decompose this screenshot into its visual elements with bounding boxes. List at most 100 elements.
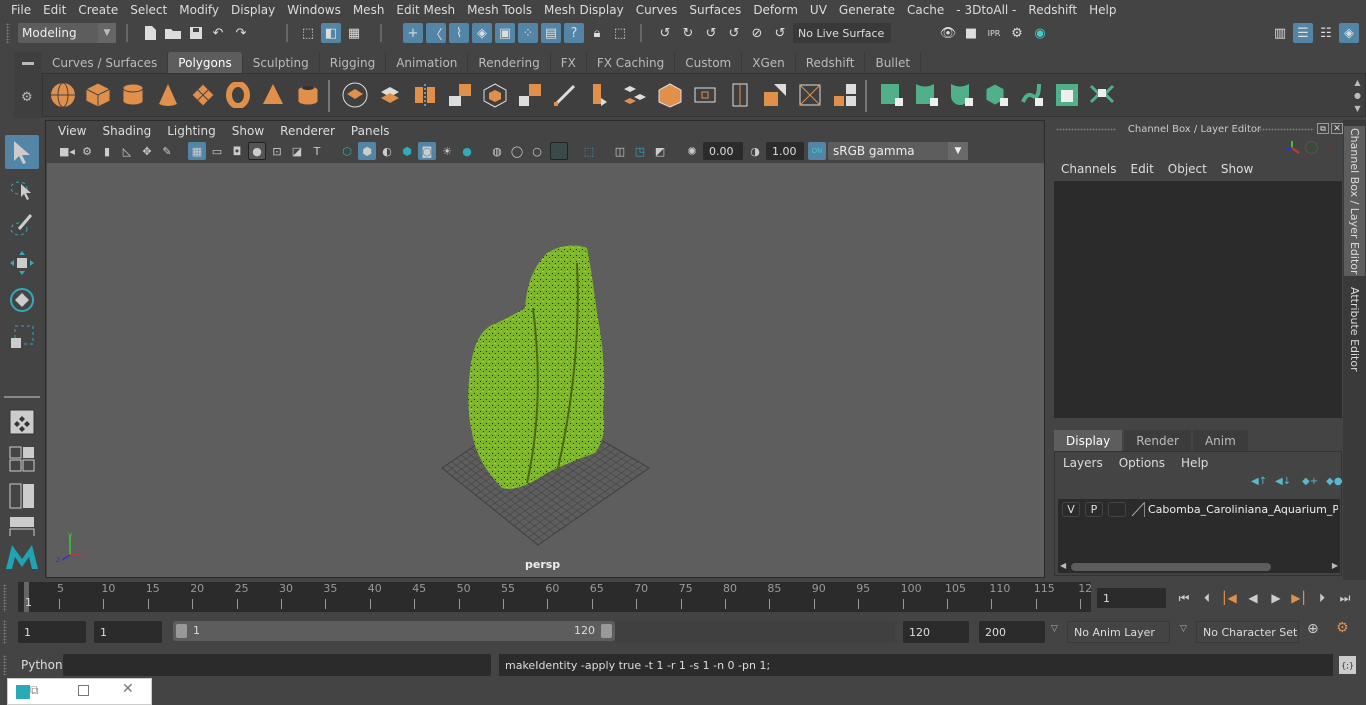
- character-set-dropdown-icon[interactable]: ▽: [1180, 624, 1187, 634]
- menu-select[interactable]: Select: [124, 3, 173, 17]
- shelf-tab-polygons[interactable]: Polygons: [168, 52, 243, 73]
- workspace-selector[interactable]: Modeling ▼: [18, 23, 116, 43]
- smooth-icon[interactable]: [445, 80, 475, 110]
- tab-render[interactable]: Render: [1124, 430, 1191, 451]
- shelf-tab-rigging[interactable]: Rigging: [319, 52, 387, 73]
- camera-attributes-icon[interactable]: ⚙: [78, 142, 96, 160]
- play-forwards-icon[interactable]: ▶: [1266, 588, 1286, 608]
- layer-color-swatch[interactable]: [1131, 502, 1145, 517]
- layer-horizontal-scrollbar[interactable]: ◀ ▶: [1058, 561, 1340, 573]
- shelf-tab-animation[interactable]: Animation: [386, 52, 469, 73]
- menu-mesh-display[interactable]: Mesh Display: [538, 3, 630, 17]
- move-layer-down-icon[interactable]: ◀↓: [1275, 476, 1291, 487]
- grid-toggle-icon[interactable]: ▦: [188, 142, 206, 160]
- poke-icon[interactable]: [690, 80, 720, 110]
- poly-cube-icon[interactable]: [83, 80, 113, 110]
- scrollbar-thumb[interactable]: [1071, 563, 1271, 571]
- animation-preferences-icon[interactable]: ⚙: [1336, 620, 1349, 636]
- gamma-icon[interactable]: ◑: [746, 142, 764, 160]
- shelf-tab-redshift[interactable]: Redshift: [795, 52, 866, 73]
- channel-edit-menu[interactable]: Edit: [1124, 162, 1161, 176]
- safe-action-icon[interactable]: ◪: [288, 142, 306, 160]
- float-panel-icon[interactable]: ⧉: [1317, 123, 1329, 134]
- field-chart-icon[interactable]: ⊡: [268, 142, 286, 160]
- graph-persp-layout-icon[interactable]: [5, 516, 39, 536]
- camera-icon[interactable]: ■◂: [58, 142, 76, 160]
- split-icon[interactable]: [830, 80, 860, 110]
- uv-planar-icon[interactable]: [877, 80, 907, 110]
- bridge-icon[interactable]: [620, 80, 650, 110]
- select-lock-icon[interactable]: ⬚: [610, 23, 630, 43]
- range-start-handle[interactable]: [176, 624, 187, 638]
- hyper-icon[interactable]: ↗: [1325, 142, 1334, 155]
- wireframe-on-shaded-icon[interactable]: ◐: [378, 142, 396, 160]
- use-all-lights-icon[interactable]: ☀: [438, 142, 456, 160]
- multi-cut-icon[interactable]: [550, 80, 580, 110]
- menu-surfaces[interactable]: Surfaces: [683, 3, 747, 17]
- textured-icon[interactable]: ◙: [418, 142, 436, 160]
- options-menu[interactable]: Options: [1111, 456, 1173, 470]
- viewport-menu-lighting[interactable]: Lighting: [159, 124, 224, 138]
- 3d-viewport[interactable]: y x z persp: [47, 163, 1044, 577]
- playback-start-field[interactable]: 1: [94, 621, 162, 643]
- grease-pencil-icon[interactable]: ✎: [158, 142, 176, 160]
- default-material-icon[interactable]: ⬢: [398, 142, 416, 160]
- mirror-icon[interactable]: [410, 80, 440, 110]
- step-back-frame-icon[interactable]: ⏴: [1197, 588, 1217, 608]
- go-to-end-icon[interactable]: ⏭: [1335, 588, 1355, 608]
- rotate-tool-icon[interactable]: [5, 283, 39, 317]
- exposure-icon[interactable]: ✺: [683, 142, 701, 160]
- redo-icon[interactable]: ↷: [231, 23, 251, 43]
- cmdline-grip[interactable]: [3, 655, 7, 675]
- close-panel-icon[interactable]: ✕: [1331, 123, 1343, 134]
- exposure-field[interactable]: 0.00: [703, 142, 743, 160]
- shelf-tab-custom[interactable]: Custom: [675, 52, 743, 73]
- modeling-toolkit-icon[interactable]: ▥: [1270, 23, 1290, 43]
- select-hierarchy-icon[interactable]: ⬚: [298, 23, 318, 43]
- construction-history-icon[interactable]: ↻: [678, 23, 698, 43]
- shelf-tab-bullet[interactable]: Bullet: [865, 52, 922, 73]
- output-ops-icon[interactable]: ↺: [724, 23, 744, 43]
- uv-unfold-icon[interactable]: [1017, 80, 1047, 110]
- scale-tool-icon[interactable]: [5, 320, 39, 354]
- color-management-toggle-icon[interactable]: ON: [808, 142, 826, 160]
- timeline-grip[interactable]: [3, 584, 7, 612]
- poly-cone-icon[interactable]: [153, 80, 183, 110]
- menu-mesh-tools[interactable]: Mesh Tools: [461, 3, 538, 17]
- viewport-menu-show[interactable]: Show: [224, 124, 272, 138]
- layer-help-menu[interactable]: Help: [1173, 456, 1216, 470]
- step-forward-frame-icon[interactable]: ⏵: [1312, 588, 1332, 608]
- side-tab-attribute-editor[interactable]: Attribute Editor: [1344, 282, 1365, 377]
- channels-menu[interactable]: Channels: [1054, 162, 1124, 176]
- toolbar-grip[interactable]: [6, 23, 10, 43]
- resolution-gate-icon[interactable]: ◘: [228, 142, 246, 160]
- script-language-toggle[interactable]: Python: [21, 658, 63, 672]
- xray-components-icon[interactable]: ◩: [651, 142, 669, 160]
- menu-mesh[interactable]: Mesh: [347, 3, 391, 17]
- combine-icon[interactable]: [340, 80, 370, 110]
- poly-cylinder-icon[interactable]: [118, 80, 148, 110]
- gate-mask-icon[interactable]: ●: [248, 142, 266, 160]
- open-scene-icon[interactable]: [163, 23, 183, 43]
- channel-object-menu[interactable]: Object: [1161, 162, 1214, 176]
- color-space-select[interactable]: sRGB gamma ▼: [828, 142, 968, 160]
- screen-space-ao-icon[interactable]: ◍: [488, 142, 506, 160]
- uv-editor-icon[interactable]: [1052, 80, 1082, 110]
- image-plane-icon[interactable]: ◺: [118, 142, 136, 160]
- live-surface-field[interactable]: No Live Surface: [793, 23, 891, 43]
- help-snap-icon[interactable]: ?: [564, 23, 584, 43]
- shelf-tab-rendering[interactable]: Rendering: [468, 52, 551, 73]
- tab-display[interactable]: Display: [1054, 430, 1123, 451]
- menu-uv[interactable]: UV: [804, 3, 833, 17]
- channel-box-toggle-icon[interactable]: ◈: [1339, 23, 1359, 43]
- depth-of-field-icon[interactable]: [550, 142, 568, 160]
- poly-torus-icon[interactable]: [223, 80, 253, 110]
- script-editor-icon[interactable]: {;}: [1339, 656, 1356, 674]
- input-ops-icon[interactable]: ↺: [701, 23, 721, 43]
- new-empty-layer-icon[interactable]: ◆+: [1302, 476, 1318, 487]
- animation-start-field[interactable]: 1: [18, 621, 86, 643]
- symmetry-icon[interactable]: ↺: [770, 23, 790, 43]
- channel-show-menu[interactable]: Show: [1214, 162, 1260, 176]
- 2d-pan-zoom-icon[interactable]: ✥: [138, 142, 156, 160]
- select-component-icon[interactable]: ▦: [344, 23, 364, 43]
